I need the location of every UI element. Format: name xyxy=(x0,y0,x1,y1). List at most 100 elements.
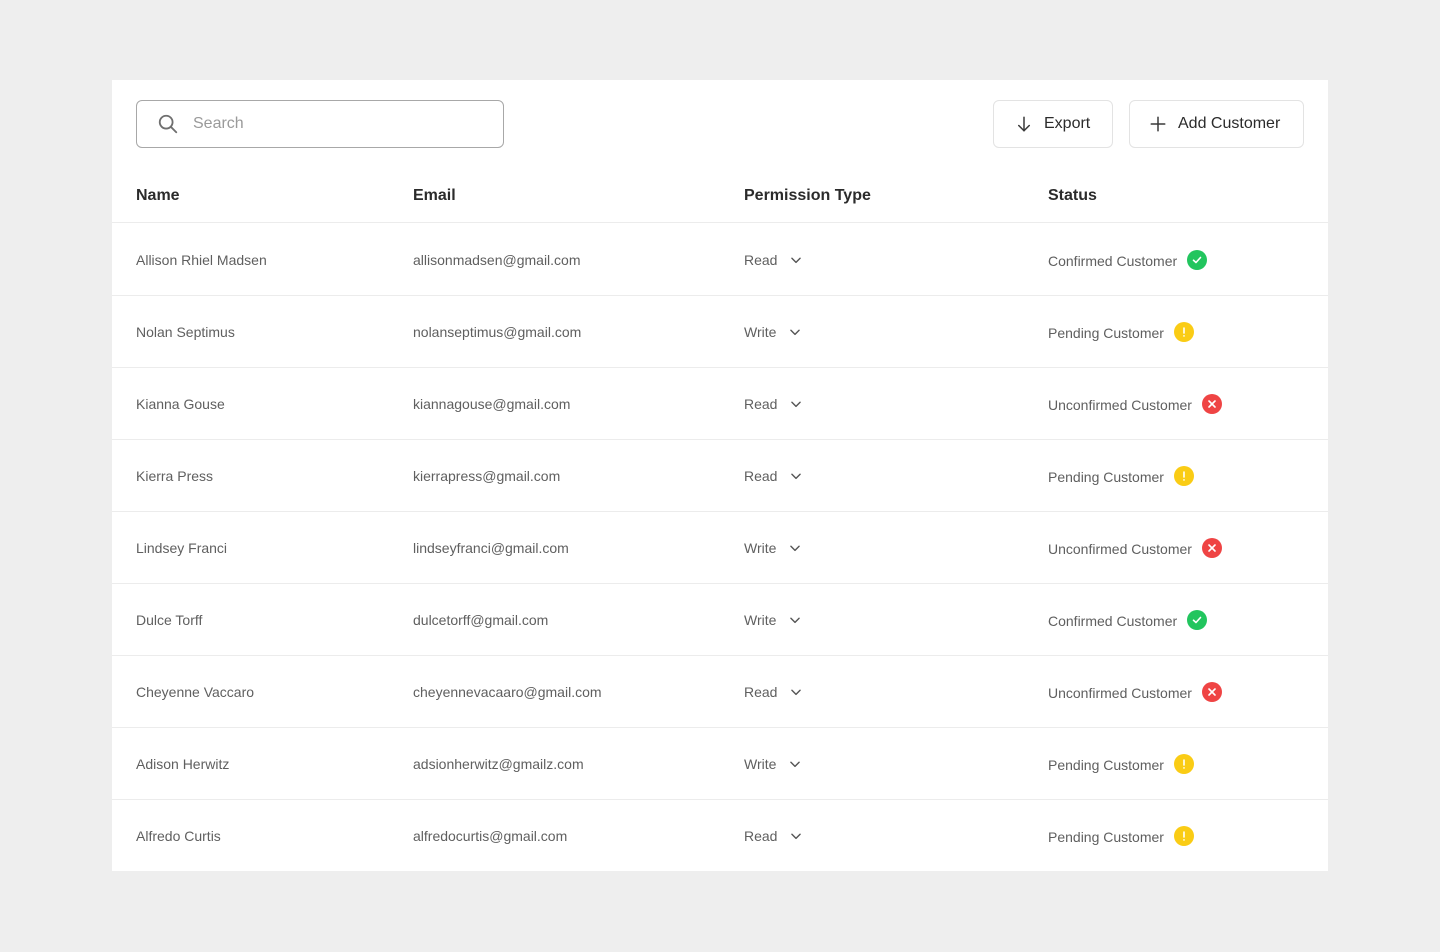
permission-dropdown[interactable]: Read xyxy=(744,252,803,268)
x-circle-icon xyxy=(1208,400,1216,408)
chevron-down-icon xyxy=(791,833,802,840)
permission-dropdown[interactable]: Read xyxy=(744,684,803,700)
status-cell: Pending Customer xyxy=(1048,826,1194,846)
export-button[interactable]: Export xyxy=(993,100,1113,148)
permission-dropdown[interactable]: Write xyxy=(744,612,802,628)
status-badge xyxy=(1201,538,1222,558)
arrow-down-icon xyxy=(1018,116,1030,132)
status-cell: Unconfirmed Customer xyxy=(1048,682,1222,702)
customer-name: Alfredo Curtis xyxy=(136,828,221,844)
table-row: Nolan Septimus nolanseptimus@gmail.com W… xyxy=(112,296,1328,368)
status-cell: Confirmed Customer xyxy=(1048,610,1208,630)
status-text: Unconfirmed Customer xyxy=(1048,397,1192,413)
permission-dropdown[interactable]: Write xyxy=(744,540,802,556)
table-body: Allison Rhiel Madsen allisonmadsen@gmail… xyxy=(112,224,1328,872)
customer-email: kierrapress@gmail.com xyxy=(413,468,561,484)
status-badge xyxy=(1187,250,1208,270)
search-input[interactable] xyxy=(193,115,473,133)
permission-value: Read xyxy=(744,252,778,268)
chevron-down-icon xyxy=(790,617,801,624)
customer-email: lindseyfranci@gmail.com xyxy=(413,540,569,556)
check-circle-icon xyxy=(1192,616,1202,624)
table-row: Kianna Gouse kiannagouse@gmail.com Read … xyxy=(112,368,1328,440)
table-row: Alfredo Curtis alfredocurtis@gmail.com R… xyxy=(112,800,1328,872)
status-badge xyxy=(1187,610,1208,630)
permission-dropdown[interactable]: Write xyxy=(744,756,802,772)
table-row: Cheyenne Vaccaro cheyennevacaaro@gmail.c… xyxy=(112,656,1328,728)
toolbar: Export Add Customer Name Email Permissio… xyxy=(112,80,1328,223)
customer-email: kiannagouse@gmail.com xyxy=(413,396,571,412)
plus-icon xyxy=(1150,116,1166,132)
permission-dropdown[interactable]: Write xyxy=(744,324,802,340)
status-text: Pending Customer xyxy=(1048,469,1164,485)
table-row: Kierra Press kierrapress@gmail.com Read … xyxy=(112,440,1328,512)
permission-value: Read xyxy=(744,828,778,844)
table-header: Name Email Permission Type Status xyxy=(112,175,1328,223)
status-text: Pending Customer xyxy=(1048,325,1164,341)
customer-name: Kianna Gouse xyxy=(136,396,225,412)
chevron-down-icon xyxy=(790,761,801,768)
customer-name: Allison Rhiel Madsen xyxy=(136,252,267,268)
header-permission-type: Permission Type xyxy=(744,187,871,204)
search-box[interactable] xyxy=(136,100,504,148)
customer-name: Dulce Torff xyxy=(136,612,203,628)
customer-name: Cheyenne Vaccaro xyxy=(136,684,255,700)
customer-email: alfredocurtis@gmail.com xyxy=(413,828,568,844)
x-circle-icon xyxy=(1208,544,1216,552)
header-email: Email xyxy=(413,187,456,204)
status-cell: Pending Customer xyxy=(1048,754,1194,774)
status-text: Pending Customer xyxy=(1048,829,1164,845)
export-label: Export xyxy=(1044,115,1091,132)
search-icon xyxy=(158,114,178,134)
status-cell: Pending Customer xyxy=(1048,322,1194,342)
status-text: Unconfirmed Customer xyxy=(1048,541,1192,557)
status-text: Confirmed Customer xyxy=(1048,613,1178,629)
customer-name: Kierra Press xyxy=(136,468,214,484)
customer-email: nolanseptimus@gmail.com xyxy=(413,324,582,340)
customer-email: adsionherwitz@gmailz.com xyxy=(413,756,584,772)
add-customer-label: Add Customer xyxy=(1178,115,1281,132)
add-customer-button[interactable]: Add Customer xyxy=(1129,100,1304,148)
customer-email: dulcetorff@gmail.com xyxy=(413,612,549,628)
permission-value: Read xyxy=(744,396,778,412)
table-row: Adison Herwitz adsionherwitz@gmailz.com … xyxy=(112,728,1328,800)
customer-name: Nolan Septimus xyxy=(136,324,235,340)
status-cell: Pending Customer xyxy=(1048,466,1194,486)
permission-value: Write xyxy=(744,324,777,340)
permission-value: Write xyxy=(744,612,777,628)
status-badge xyxy=(1201,682,1222,702)
status-badge xyxy=(1173,466,1194,486)
table-row: Lindsey Franci lindseyfranci@gmail.com W… xyxy=(112,512,1328,584)
status-badge xyxy=(1173,754,1194,774)
chevron-down-icon xyxy=(791,257,802,264)
status-cell: Confirmed Customer xyxy=(1048,250,1208,270)
header-status: Status xyxy=(1048,187,1097,204)
status-cell: Unconfirmed Customer xyxy=(1048,394,1222,414)
permission-value: Read xyxy=(744,684,778,700)
status-cell: Unconfirmed Customer xyxy=(1048,538,1222,558)
exclamation-circle-icon xyxy=(1183,471,1185,481)
header-name: Name xyxy=(136,187,180,204)
x-circle-icon xyxy=(1208,688,1216,696)
status-badge xyxy=(1201,394,1222,414)
permission-value: Read xyxy=(744,468,778,484)
table-row: Allison Rhiel Madsen allisonmadsen@gmail… xyxy=(112,224,1328,296)
permission-value: Write xyxy=(744,756,777,772)
customer-name: Lindsey Franci xyxy=(136,540,228,556)
status-text: Confirmed Customer xyxy=(1048,253,1178,269)
chevron-down-icon xyxy=(791,401,802,408)
customer-email: allisonmadsen@gmail.com xyxy=(413,252,581,268)
permission-dropdown[interactable]: Read xyxy=(744,396,803,412)
check-circle-icon xyxy=(1192,256,1202,264)
chevron-down-icon xyxy=(790,329,801,336)
chevron-down-icon xyxy=(791,473,802,480)
chevron-down-icon xyxy=(790,545,801,552)
status-text: Pending Customer xyxy=(1048,757,1164,773)
permission-value: Write xyxy=(744,540,777,556)
permission-dropdown[interactable]: Read xyxy=(744,828,803,844)
table-row: Dulce Torff dulcetorff@gmail.com Write C… xyxy=(112,584,1328,656)
status-badge xyxy=(1173,826,1194,846)
customer-email: cheyennevacaaro@gmail.com xyxy=(413,684,602,700)
permission-dropdown[interactable]: Read xyxy=(744,468,803,484)
customer-name: Adison Herwitz xyxy=(136,756,230,772)
